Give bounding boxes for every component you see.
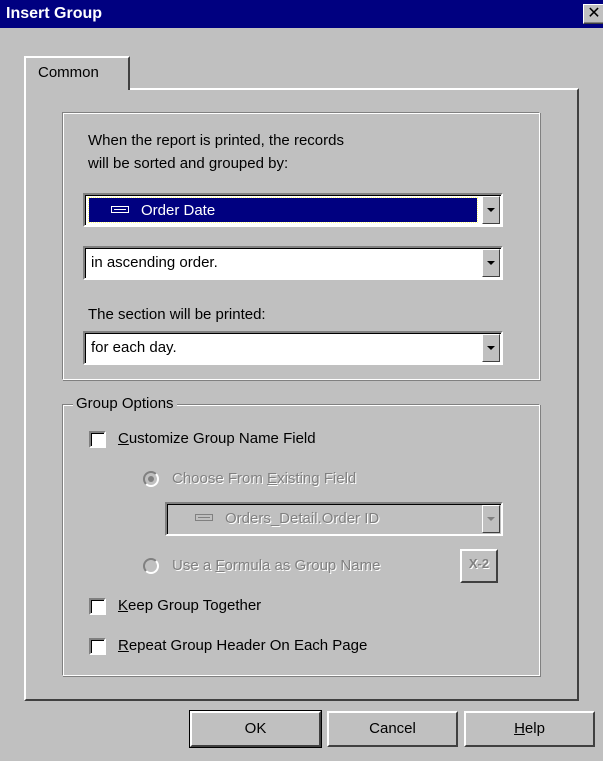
- choose-existing-field-label[interactable]: Choose From Existing Field: [172, 470, 356, 487]
- choose-existing-field-radio[interactable]: [143, 471, 159, 487]
- formula-editor-icon: X-2: [468, 556, 490, 571]
- sort-intro-line2: will be sorted and grouped by:: [88, 155, 289, 172]
- keep-group-together-label[interactable]: Keep Group Together: [118, 597, 261, 614]
- sort-order-dropdown-button[interactable]: [482, 249, 500, 277]
- section-frequency-dropdown-button[interactable]: [482, 334, 500, 362]
- sort-order-value: in ascending order.: [91, 254, 218, 271]
- window-title: Insert Group: [6, 5, 103, 22]
- section-frequency-value: for each day.: [91, 339, 177, 356]
- group-options-legend: Group Options: [73, 395, 177, 412]
- close-button[interactable]: ✕: [583, 4, 603, 24]
- chevron-down-icon: [487, 261, 495, 265]
- group-field-selection: Order Date: [88, 197, 478, 223]
- cancel-button[interactable]: Cancel: [327, 711, 458, 747]
- tab-common[interactable]: Common: [24, 56, 130, 90]
- group-field-value: Order Date: [141, 202, 216, 219]
- database-field-icon: [111, 205, 129, 213]
- existing-field-dropdown-button[interactable]: [482, 505, 500, 533]
- title-bar: Insert Group: [0, 0, 603, 28]
- section-frequency-combo[interactable]: for each day.: [83, 331, 503, 365]
- use-formula-radio[interactable]: [143, 558, 159, 574]
- keep-group-together-checkbox[interactable]: [89, 598, 106, 615]
- ok-button[interactable]: OK: [189, 710, 322, 748]
- close-icon: ✕: [587, 5, 601, 22]
- formula-editor-button[interactable]: X-2: [460, 549, 498, 583]
- sort-intro-line1: When the report is printed, the records: [88, 132, 344, 149]
- repeat-group-header-label[interactable]: Repeat Group Header On Each Page: [118, 637, 367, 654]
- group-field-combo[interactable]: Order Date: [83, 193, 503, 227]
- help-button[interactable]: Help: [464, 711, 595, 747]
- existing-field-combo[interactable]: Orders_Detail.Order ID: [165, 502, 503, 536]
- chevron-down-icon: [487, 517, 495, 521]
- tab-common-label: Common: [38, 64, 99, 81]
- customize-group-name-label[interactable]: Customize Group Name Field: [118, 430, 316, 447]
- sort-order-combo[interactable]: in ascending order.: [83, 246, 503, 280]
- customize-group-name-checkbox[interactable]: [89, 431, 106, 448]
- chevron-down-icon: [487, 208, 495, 212]
- repeat-group-header-checkbox[interactable]: [89, 638, 106, 655]
- section-printed-label: The section will be printed:: [88, 306, 266, 323]
- chevron-down-icon: [487, 346, 495, 350]
- use-formula-label[interactable]: Use a Formula as Group Name: [172, 557, 380, 574]
- existing-field-value: Orders_Detail.Order ID: [225, 510, 380, 527]
- database-field-icon: [195, 513, 213, 521]
- group-field-dropdown-button[interactable]: [482, 196, 500, 224]
